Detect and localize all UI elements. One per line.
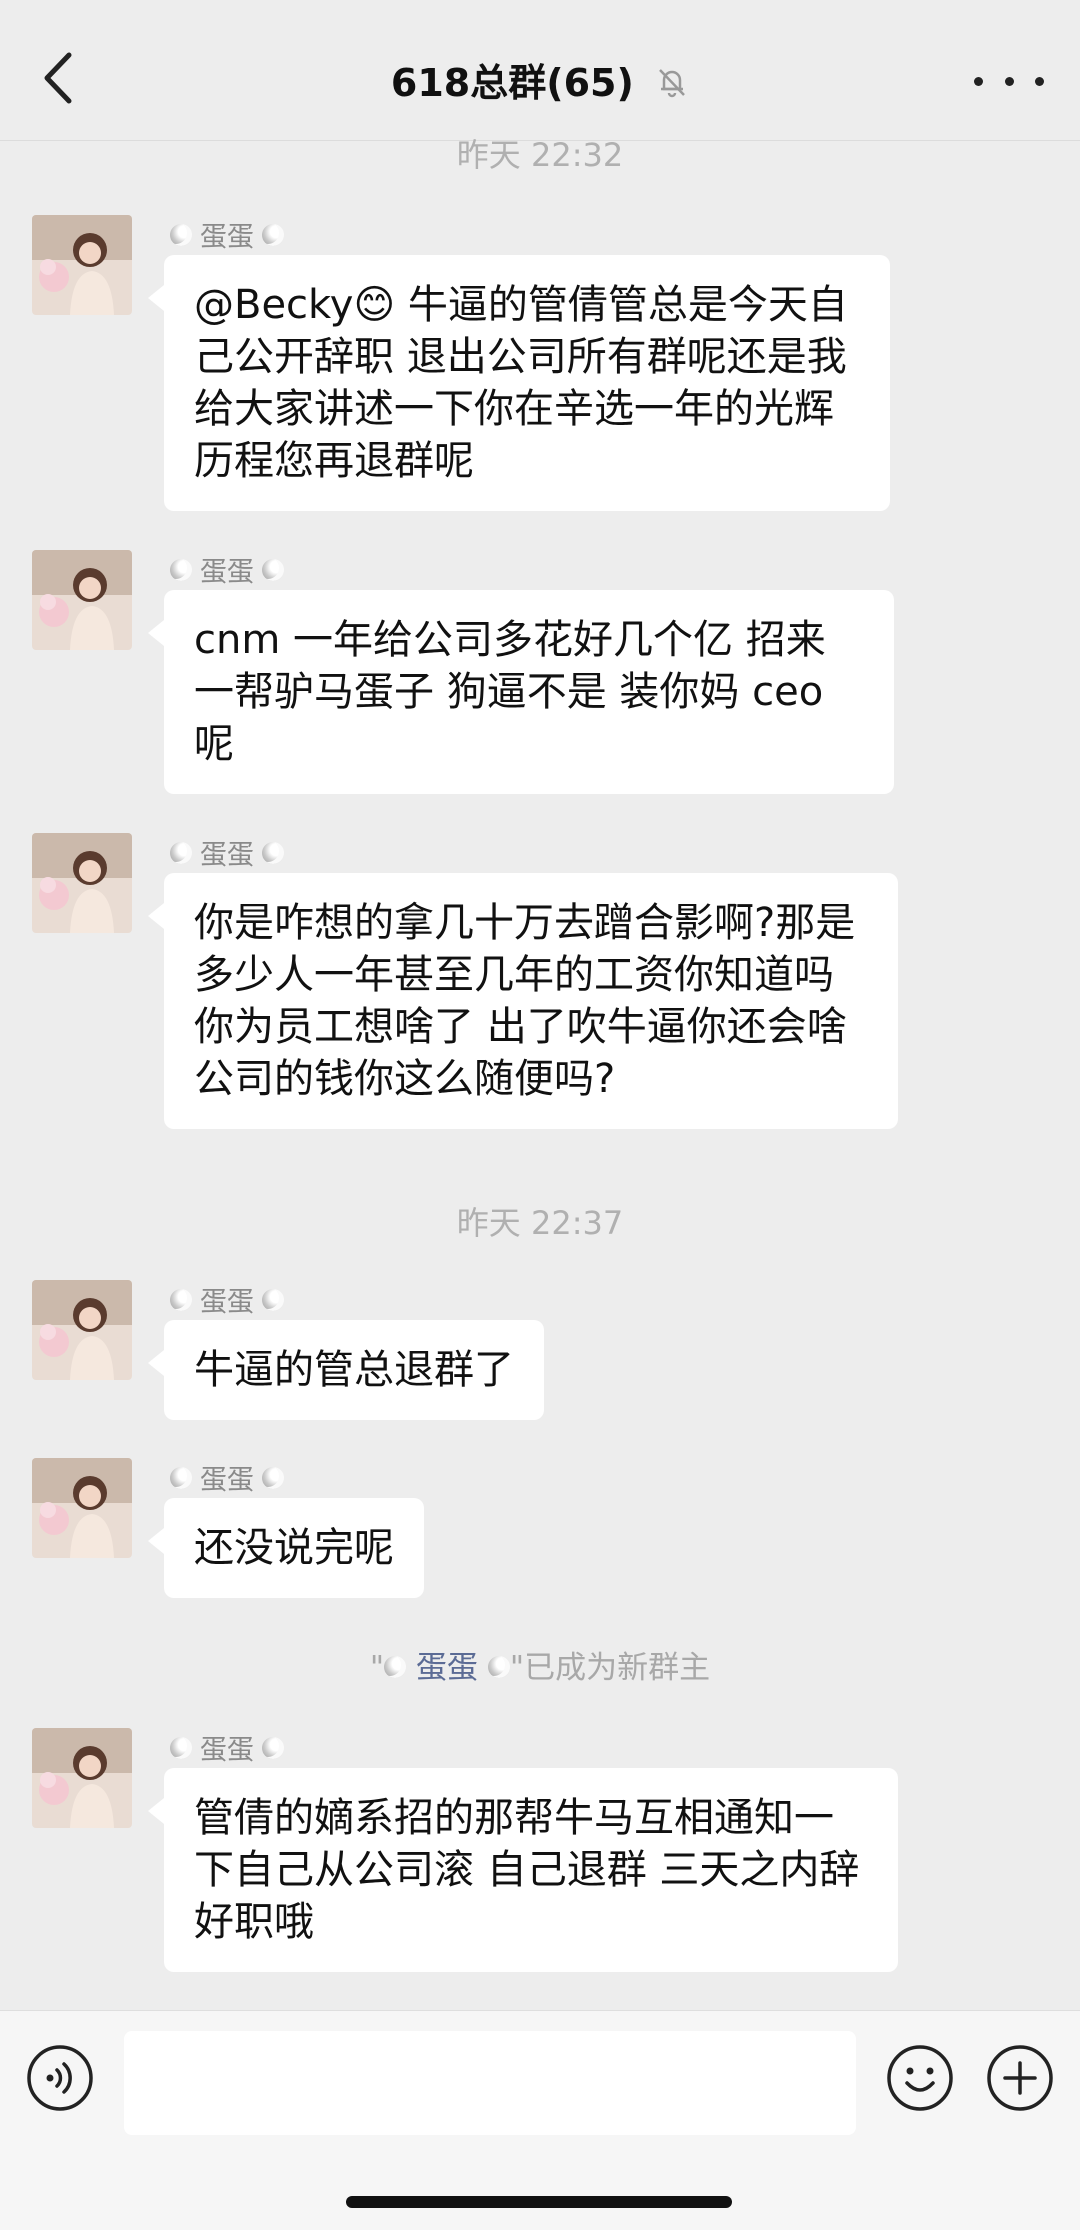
moon-emoji-icon [170, 223, 192, 246]
message-bubble[interactable]: cnm 一年给公司多花好几个亿 招来一帮驴马蛋子 狗逼不是 装你妈 ceo 呢 [148, 590, 894, 794]
moon-emoji-icon [262, 841, 284, 864]
sender-name: 蛋蛋 [170, 1280, 284, 1319]
plus-icon [987, 2045, 1053, 2111]
sender-name: 蛋蛋 [170, 550, 284, 589]
chat-area[interactable]: 昨天 22:32 蛋蛋 @Becky😊 牛逼的管倩管总是今天自己公开辞职 退出公… [0, 136, 1080, 2010]
home-indicator[interactable] [346, 2196, 732, 2208]
moon-emoji-icon [170, 1736, 192, 1759]
sender-name: 蛋蛋 [170, 215, 284, 254]
message-bubble[interactable]: 你是咋想的拿几十万去蹭合影啊?那是多少人一年甚至几年的工资你知道吗 你为员工想啥… [148, 873, 898, 1129]
message-bubble[interactable]: 还没说完呢 [148, 1498, 424, 1598]
emoji-button[interactable] [885, 2043, 955, 2113]
chat-title-wrap: 618总群(65) [0, 52, 1080, 108]
moon-emoji-icon [170, 841, 192, 864]
voice-icon [27, 2045, 93, 2111]
avatar[interactable] [32, 550, 132, 650]
sender-name: 蛋蛋 [170, 1458, 284, 1497]
moon-emoji-icon [262, 223, 284, 246]
more-dot [1035, 76, 1044, 86]
moon-emoji-icon [170, 1288, 192, 1311]
moon-emoji-icon [487, 1656, 510, 1678]
new-owner-link[interactable]: 蛋蛋 [416, 1650, 478, 1686]
system-notice: " 蛋蛋 "已成为新群主 [369, 1650, 711, 1686]
avatar[interactable] [32, 1458, 132, 1558]
emoji-icon [887, 2045, 953, 2111]
moon-emoji-icon [262, 1288, 284, 1311]
moon-emoji-icon [262, 1736, 284, 1759]
chat-header: 618总群(65) [0, 0, 1080, 141]
moon-emoji-icon [384, 1656, 407, 1678]
timestamp: 昨天 22:32 [456, 136, 624, 174]
chat-title: 618总群(65) [390, 61, 634, 105]
more-dot [974, 76, 983, 86]
bell-muted-icon [655, 64, 689, 108]
more-button[interactable] [974, 56, 1044, 106]
message-bubble[interactable]: @Becky😊 牛逼的管倩管总是今天自己公开辞职 退出公司所有群呢还是我给大家讲… [148, 255, 890, 511]
voice-button[interactable] [25, 2043, 95, 2113]
sender-name: 蛋蛋 [170, 833, 284, 872]
message-input[interactable] [124, 2031, 856, 2135]
sender-name: 蛋蛋 [170, 1728, 284, 1767]
avatar[interactable] [32, 1728, 132, 1828]
avatar[interactable] [32, 215, 132, 315]
timestamp: 昨天 22:37 [456, 1204, 624, 1242]
avatar[interactable] [32, 833, 132, 933]
message-bubble[interactable]: 牛逼的管总退群了 [148, 1320, 544, 1420]
avatar[interactable] [32, 1280, 132, 1380]
moon-emoji-icon [170, 558, 192, 581]
message-bubble[interactable]: 管倩的嫡系招的那帮牛马互相通知一下自己从公司滚 自己退群 三天之内辞好职哦 [148, 1768, 898, 1972]
moon-emoji-icon [170, 1466, 192, 1489]
moon-emoji-icon [262, 1466, 284, 1489]
more-dot [1004, 76, 1014, 86]
moon-emoji-icon [262, 558, 284, 581]
plus-button[interactable] [985, 2043, 1055, 2113]
